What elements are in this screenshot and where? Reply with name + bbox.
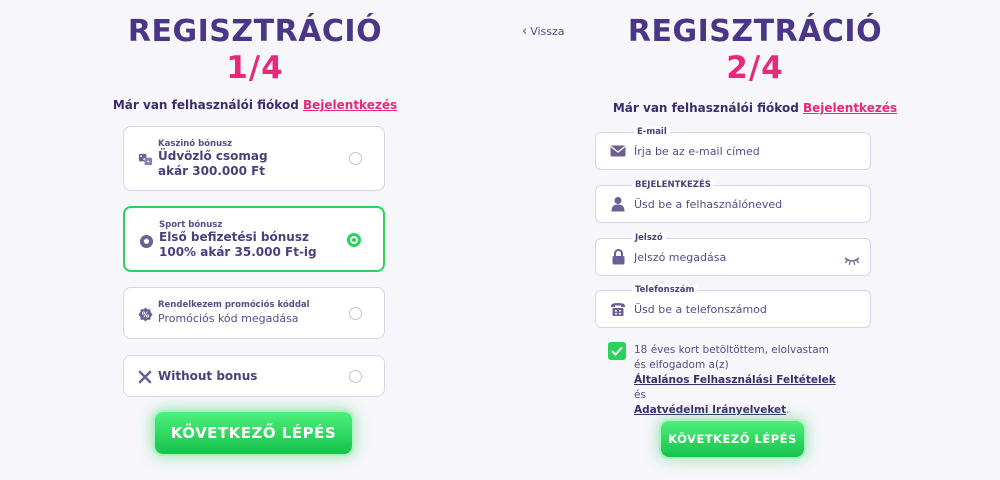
soccer-ball-icon: [138, 233, 154, 249]
phone-label: Telefonszám: [632, 285, 698, 295]
username-input[interactable]: [634, 194, 834, 214]
step-indicator: 2/4: [726, 50, 784, 86]
username-field: [595, 185, 871, 223]
page-title: REGISZTRÁCIÓ: [127, 14, 383, 49]
privacy-policy-link[interactable]: Adatvédelmi Irányelveket: [634, 404, 786, 416]
bonus-kicker: Sport bónusz: [159, 220, 223, 230]
terms-statement: 18 éves kort betöltöttem, elolvastam és …: [634, 344, 829, 371]
bonus-kicker: Kaszinó bónusz: [158, 139, 233, 149]
terms-end: .: [786, 404, 790, 416]
login-prompt: Már van felhasználói fiókod Bejelentkezé…: [510, 101, 1000, 115]
promo-badge-icon: %: [137, 306, 153, 322]
bonus-amount: 100% akár 35.000 Ft-ig: [159, 245, 317, 259]
step-indicator: 1/4: [226, 50, 284, 86]
promo-code-label: Promóciós kód megadása: [158, 312, 299, 325]
terms-checkbox[interactable]: [608, 342, 626, 360]
svg-text:%: %: [141, 310, 149, 319]
bonus-radio[interactable]: [349, 307, 362, 320]
username-label: BEJELENTKEZÉS: [632, 180, 714, 190]
next-step-button[interactable]: KÖVETKEZŐ LÉPÉS: [661, 421, 804, 457]
checkmark-icon: [611, 346, 623, 356]
bonus-title: Üdvözlő csomag: [158, 149, 268, 163]
login-prompt-text: Már van felhasználói fiókod: [112, 98, 299, 112]
email-input[interactable]: [634, 141, 834, 161]
bonus-kicker: Rendelkezem promóciós kóddal: [158, 300, 310, 310]
password-field: [595, 238, 871, 276]
login-prompt: Már van felhasználói fiókod Bejelentkezé…: [0, 98, 510, 112]
bonus-option-casino[interactable]: Kaszinó bónusz Üdvözlő csomag akár 300.0…: [123, 126, 385, 191]
terms-of-use-link[interactable]: Általános Felhasználási Feltételek: [634, 374, 836, 386]
eye-closed-icon[interactable]: [844, 251, 860, 270]
bonus-option-none[interactable]: Without bonus: [123, 355, 385, 397]
lock-icon: [610, 249, 626, 265]
login-link[interactable]: Bejelentkezés: [303, 98, 397, 112]
bonus-radio[interactable]: [349, 370, 362, 383]
bonus-option-sport[interactable]: Sport bónusz Első befizetési bónusz 100%…: [123, 206, 385, 272]
phone-field: [595, 290, 871, 328]
dice-icon: [137, 151, 153, 167]
envelope-icon: [610, 143, 626, 159]
terms-and: és: [634, 389, 646, 401]
bonus-option-promo-code[interactable]: % Rendelkezem promóciós kóddal Promóciós…: [123, 287, 385, 339]
bonus-title: Első befizetési bónusz: [159, 230, 309, 244]
password-input[interactable]: [634, 247, 834, 267]
phone-input[interactable]: [634, 299, 834, 319]
registration-step-1: REGISZTRÁCIÓ 1/4 Már van felhasználói fi…: [0, 0, 510, 480]
bonus-radio-selected[interactable]: [347, 233, 361, 247]
email-label: E-mail: [634, 127, 670, 137]
email-field: [595, 132, 871, 170]
login-link[interactable]: Bejelentkezés: [803, 101, 897, 115]
terms-text: 18 éves kort betöltöttem, elolvastam és …: [634, 343, 844, 418]
telephone-icon: [610, 301, 626, 317]
bonus-title: Without bonus: [158, 369, 258, 383]
x-icon: [137, 369, 153, 385]
password-label: Jelszó: [632, 233, 666, 243]
bonus-radio[interactable]: [349, 152, 362, 165]
user-icon: [610, 196, 626, 212]
next-step-button[interactable]: KÖVETKEZŐ LÉPÉS: [155, 412, 352, 454]
bonus-amount: akár 300.000 Ft: [158, 164, 266, 178]
registration-step-2: ‹ Vissza REGISZTRÁCIÓ 2/4 Már van felhasz…: [510, 0, 1000, 480]
page-title: REGISZTRÁCIÓ: [627, 14, 883, 49]
login-prompt-text: Már van felhasználói fiókod: [612, 101, 799, 115]
